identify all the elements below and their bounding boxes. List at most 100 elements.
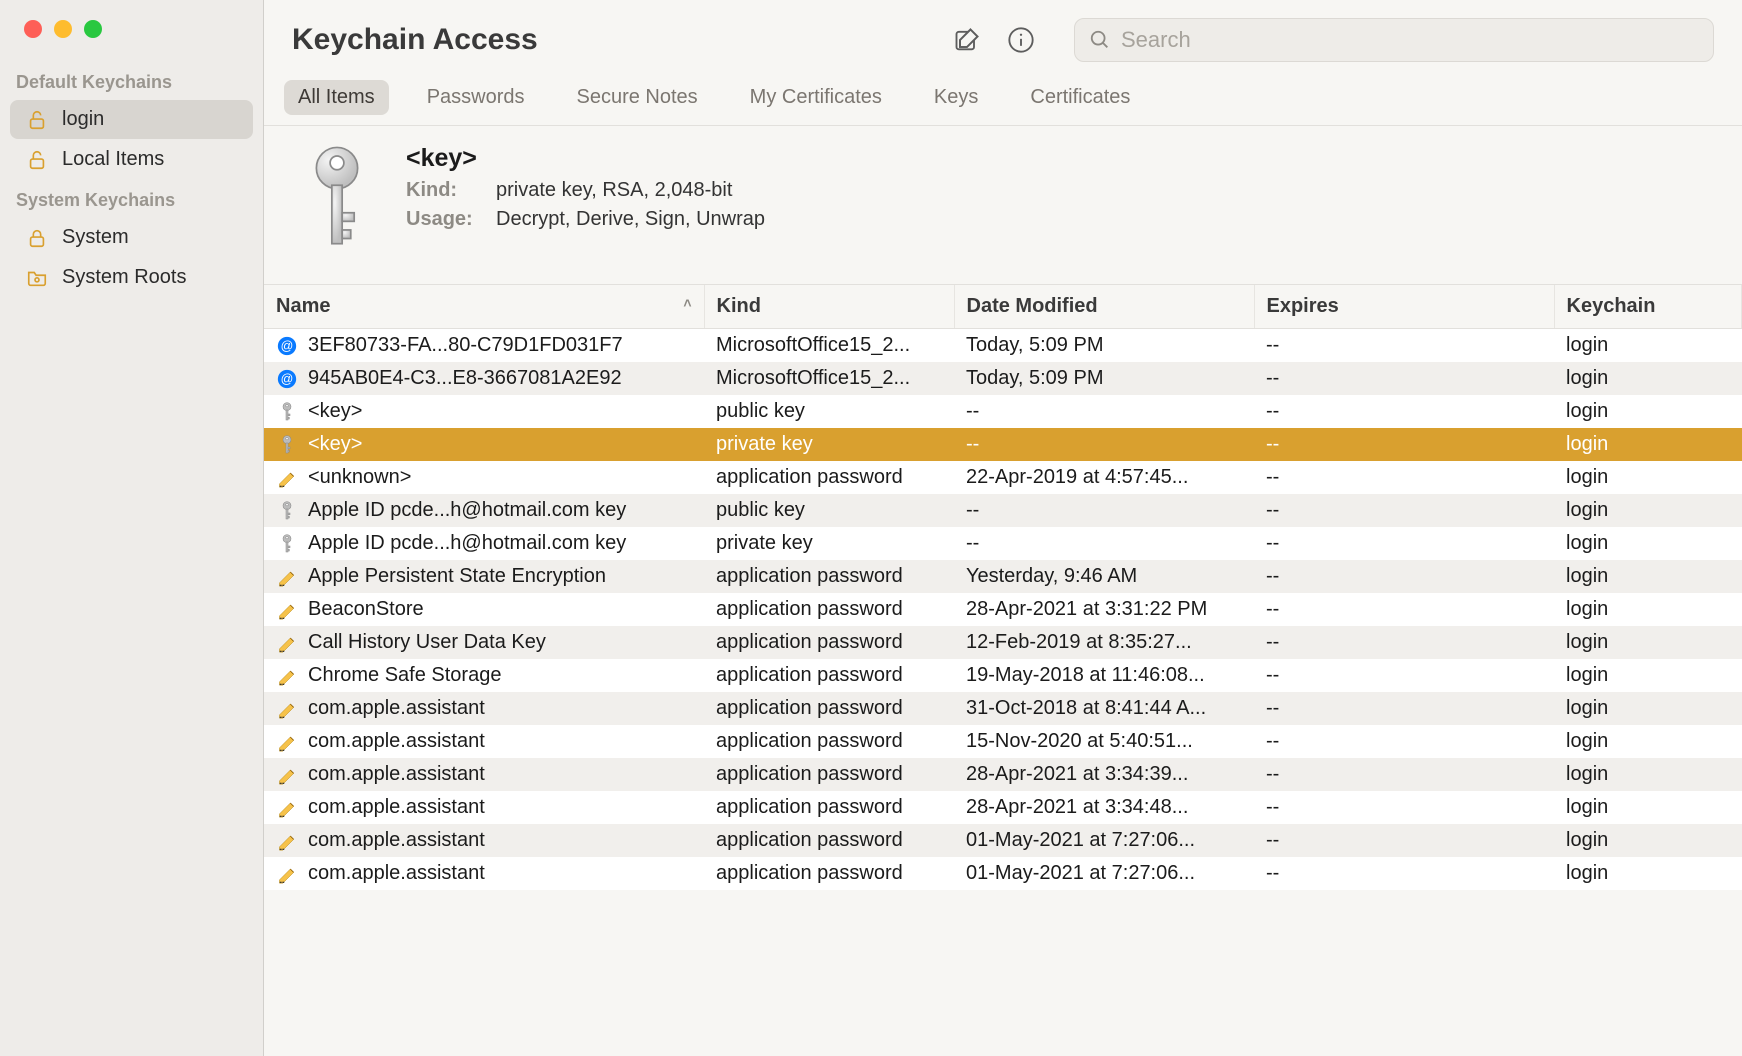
table-row[interactable]: <key>private key----login xyxy=(264,428,1742,461)
table-row[interactable]: Apple ID pcde...h@hotmail.com keypublic … xyxy=(264,494,1742,527)
table-row[interactable]: com.apple.assistant application password0… xyxy=(264,824,1742,857)
table-row[interactable]: Apple Persistent State Encryptionapplica… xyxy=(264,560,1742,593)
cell-kind: MicrosoftOffice15_2... xyxy=(704,329,954,363)
column-header-name[interactable]: Name ˄ xyxy=(264,285,704,329)
table-row[interactable]: @945AB0E4-C3...E8-3667081A2E92MicrosoftO… xyxy=(264,362,1742,395)
cell-kind: private key xyxy=(704,527,954,560)
table-row[interactable]: com.apple.assistantapplication password0… xyxy=(264,857,1742,890)
cell-date: -- xyxy=(954,494,1254,527)
search-input[interactable] xyxy=(1121,27,1699,53)
pencil-icon xyxy=(276,765,298,785)
at-icon: @ xyxy=(276,369,298,389)
table-row[interactable]: <unknown>application password22-Apr-2019… xyxy=(264,461,1742,494)
column-header-date[interactable]: Date Modified xyxy=(954,285,1254,329)
pencil-icon xyxy=(276,732,298,752)
cell-kind: application password xyxy=(704,461,954,494)
compose-button[interactable] xyxy=(948,21,986,59)
filter-tab-passwords[interactable]: Passwords xyxy=(413,80,539,115)
cell-date: 28-Apr-2021 at 3:34:48... xyxy=(954,791,1254,824)
cell-date: 22-Apr-2019 at 4:57:45... xyxy=(954,461,1254,494)
cell-name: <key> xyxy=(308,400,362,423)
cell-name: Apple ID pcde...h@hotmail.com key xyxy=(308,499,626,522)
table-row[interactable]: Call History User Data Keyapplication pa… xyxy=(264,626,1742,659)
table-row[interactable]: com.apple.assistantapplication password2… xyxy=(264,758,1742,791)
svg-text:@: @ xyxy=(281,372,294,386)
cell-date: 12-Feb-2019 at 8:35:27... xyxy=(954,626,1254,659)
table-row[interactable]: <key>public key----login xyxy=(264,395,1742,428)
detail-title: <key> xyxy=(406,144,765,173)
filter-tab-my-certificates[interactable]: My Certificates xyxy=(736,80,896,115)
pencil-icon xyxy=(276,567,298,587)
cell-keychain: login xyxy=(1554,824,1742,857)
table-row[interactable]: com.apple.assistantapplication password1… xyxy=(264,725,1742,758)
filter-tab-certificates[interactable]: Certificates xyxy=(1016,80,1144,115)
cell-date: 01-May-2021 at 7:27:06... xyxy=(954,824,1254,857)
cell-expires: -- xyxy=(1254,593,1554,626)
sidebar-item-label: System xyxy=(62,226,129,249)
cell-kind: application password xyxy=(704,692,954,725)
search-icon xyxy=(1089,29,1111,51)
cell-expires: -- xyxy=(1254,725,1554,758)
filter-tab-all-items[interactable]: All Items xyxy=(284,80,389,115)
search-field[interactable] xyxy=(1074,18,1714,62)
sidebar: Default KeychainsloginLocal ItemsSystem … xyxy=(0,0,264,1056)
cell-date: Today, 5:09 PM xyxy=(954,329,1254,363)
key-icon xyxy=(276,435,298,455)
detail-usage-label: Usage: xyxy=(406,208,486,231)
table-row[interactable]: Apple ID pcde...h@hotmail.com keyprivate… xyxy=(264,527,1742,560)
cell-keychain: login xyxy=(1554,692,1742,725)
table-row[interactable]: Chrome Safe Storageapplication password1… xyxy=(264,659,1742,692)
sort-ascending-icon: ˄ xyxy=(683,295,691,311)
cell-keychain: login xyxy=(1554,362,1742,395)
sidebar-item-login[interactable]: login xyxy=(10,100,253,139)
sidebar-item-local-items[interactable]: Local Items xyxy=(10,140,253,179)
info-button[interactable] xyxy=(1002,21,1040,59)
main-content: Keychain Access All ItemsPa xyxy=(264,0,1742,1056)
cell-expires: -- xyxy=(1254,626,1554,659)
cell-expires: -- xyxy=(1254,857,1554,890)
column-header-keychain[interactable]: Keychain xyxy=(1554,285,1742,329)
zoom-button[interactable] xyxy=(84,20,102,38)
pencil-icon xyxy=(276,864,298,884)
cell-keychain: login xyxy=(1554,329,1742,363)
filter-tab-keys[interactable]: Keys xyxy=(920,80,992,115)
filter-tab-secure-notes[interactable]: Secure Notes xyxy=(563,80,712,115)
cell-expires: -- xyxy=(1254,494,1554,527)
lock-icon xyxy=(24,227,50,249)
cell-name: com.apple.assistant xyxy=(308,697,485,720)
cell-date: -- xyxy=(954,527,1254,560)
cell-date: 31-Oct-2018 at 8:41:44 A... xyxy=(954,692,1254,725)
table-row[interactable]: com.apple.assistant application password3… xyxy=(264,692,1742,725)
cell-expires: -- xyxy=(1254,560,1554,593)
detail-panel: <key> Kind: private key, RSA, 2,048-bit … xyxy=(264,126,1742,285)
cell-kind: application password xyxy=(704,857,954,890)
sidebar-item-system[interactable]: System xyxy=(10,218,253,257)
table-row[interactable]: @3EF80733-FA...80-C79D1FD031F7 MicrosoftO… xyxy=(264,329,1742,363)
cell-name: com.apple.assistant xyxy=(308,829,485,852)
cell-keychain: login xyxy=(1554,461,1742,494)
minimize-button[interactable] xyxy=(54,20,72,38)
window-title: Keychain Access xyxy=(292,23,538,57)
cell-kind: application password xyxy=(704,560,954,593)
column-header-kind[interactable]: Kind xyxy=(704,285,954,329)
table-row[interactable]: com.apple.assistantapplication password2… xyxy=(264,791,1742,824)
cell-date: 15-Nov-2020 at 5:40:51... xyxy=(954,725,1254,758)
table-header-row: Name ˄ Kind Date Modified Expires Keycha… xyxy=(264,285,1742,329)
sidebar-item-system-roots[interactable]: System Roots xyxy=(10,258,253,297)
close-button[interactable] xyxy=(24,20,42,38)
cell-name: 3EF80733-FA...80-C79D1FD031F7 xyxy=(308,334,623,357)
pencil-icon xyxy=(276,666,298,686)
cell-kind: application password xyxy=(704,758,954,791)
unlock-icon xyxy=(24,109,50,131)
cell-kind: application password xyxy=(704,824,954,857)
cell-kind: application password xyxy=(704,593,954,626)
cell-name: com.apple.assistant xyxy=(308,862,485,885)
items-table-wrap[interactable]: Name ˄ Kind Date Modified Expires Keycha… xyxy=(264,285,1742,1056)
toolbar: Keychain Access xyxy=(264,0,1742,76)
at-icon: @ xyxy=(276,336,298,356)
cell-keychain: login xyxy=(1554,791,1742,824)
column-header-expires[interactable]: Expires xyxy=(1254,285,1554,329)
svg-text:@: @ xyxy=(281,339,294,353)
table-row[interactable]: BeaconStoreapplication password28-Apr-20… xyxy=(264,593,1742,626)
cell-kind: public key xyxy=(704,395,954,428)
